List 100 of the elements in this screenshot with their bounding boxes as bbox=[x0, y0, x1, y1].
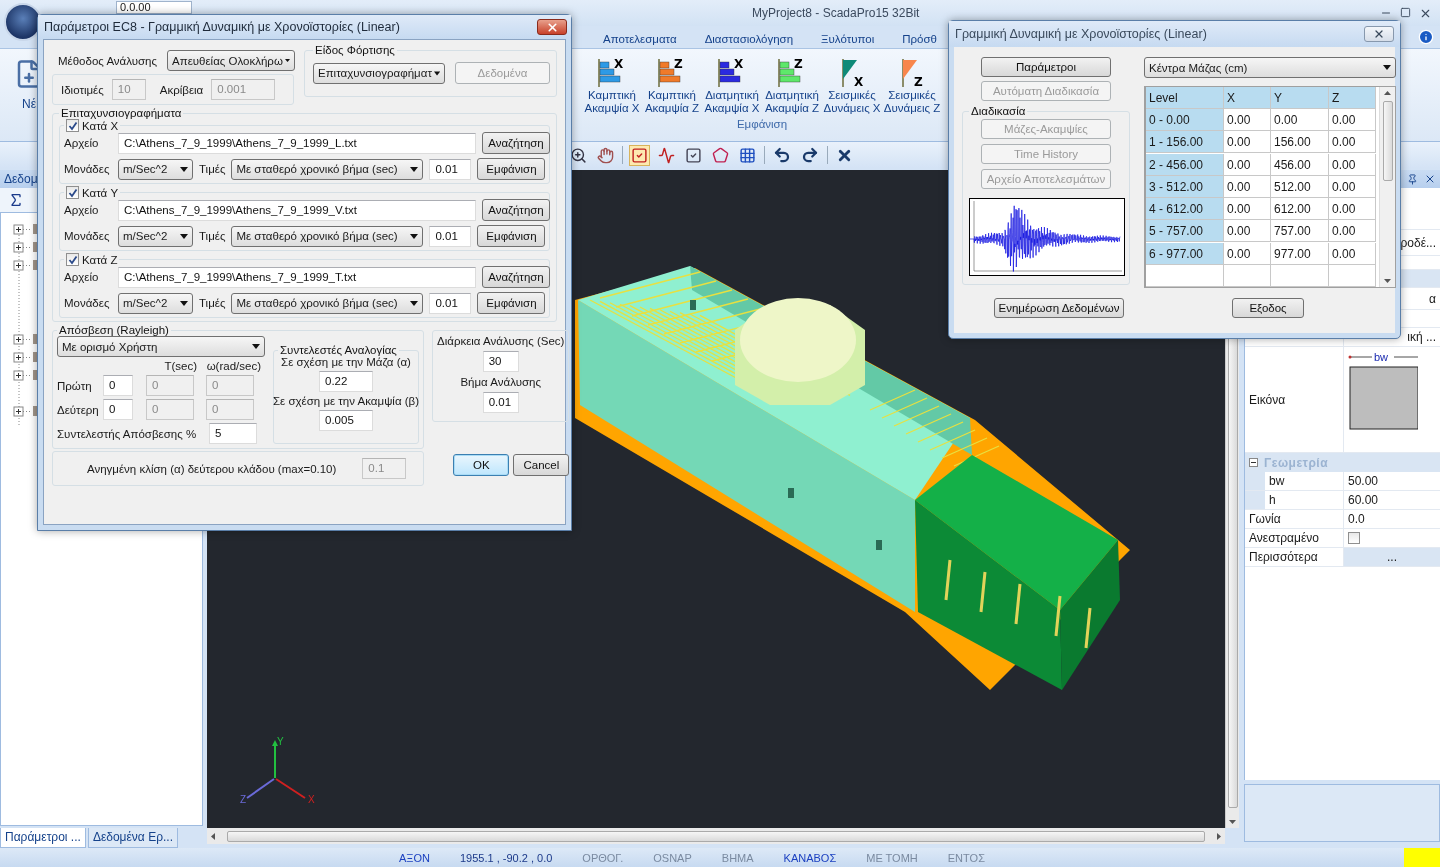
text-field[interactable]: 0.01 bbox=[429, 292, 472, 314]
field-label: Σε σχέση με την Ακαμψία (β) bbox=[273, 395, 419, 407]
property-name: Εικόνα bbox=[1249, 392, 1286, 407]
dropdown[interactable]: Με σταθερό χρονικό βήμα (sec) bbox=[231, 158, 424, 180]
quick-access-field[interactable]: 0.0.00 bbox=[116, 1, 192, 14]
collapse-icon[interactable] bbox=[1249, 458, 1258, 467]
view-dropdown[interactable]: Κέντρα Μάζας (cm) bbox=[1144, 57, 1396, 78]
scrollbar-thumb[interactable] bbox=[1382, 101, 1393, 181]
show-button[interactable]: Εμφάνιση bbox=[477, 292, 546, 314]
text-field[interactable]: 0.005 bbox=[319, 410, 373, 431]
table-cell: 0.00 bbox=[1224, 153, 1271, 176]
panel-button[interactable]: Παράμετροι bbox=[981, 57, 1111, 77]
show-button[interactable]: Εμφάνιση bbox=[477, 158, 546, 180]
scroll-up-icon[interactable] bbox=[1384, 91, 1391, 95]
table-cell: 0.00 bbox=[1329, 131, 1376, 154]
text-field[interactable]: 30 bbox=[482, 351, 519, 372]
property-value[interactable]: α bbox=[1429, 291, 1436, 306]
dialog-button[interactable]: OK bbox=[453, 454, 510, 476]
property-value[interactable]: 60.00 bbox=[1348, 493, 1379, 507]
dropdown[interactable]: m/Sec^2 bbox=[118, 292, 193, 314]
more-button[interactable]: ... bbox=[1387, 550, 1397, 564]
text-field[interactable]: 0.01 bbox=[482, 392, 519, 413]
checkbox[interactable] bbox=[66, 119, 79, 132]
property-value[interactable]: ική ... bbox=[1407, 330, 1436, 344]
panel-tab[interactable]: Δεδομένα Ερ... bbox=[87, 828, 178, 848]
table-cell: 512.00 bbox=[1271, 175, 1329, 198]
scroll-down-icon[interactable] bbox=[1384, 279, 1391, 283]
group-label: Συντελεστές Αναλογίας bbox=[279, 344, 398, 356]
scroll-left-icon[interactable] bbox=[211, 832, 215, 840]
dialog-button[interactable]: Εξοδος bbox=[1232, 298, 1304, 318]
ribbon-tab[interactable]: Πρόσθ bbox=[888, 28, 951, 48]
dropdown[interactable]: Με σταθερό χρονικό βήμα (sec) bbox=[231, 225, 424, 247]
dropdown[interactable]: m/Sec^2 bbox=[118, 225, 193, 247]
property-value[interactable]: 50.00 bbox=[1348, 474, 1379, 488]
table-cell: 612.00 bbox=[1271, 198, 1329, 221]
group-label: Απόσβεση (Rayleigh) bbox=[58, 324, 170, 336]
dialog-button[interactable]: Ενημέρωση Δεδομένων bbox=[994, 298, 1124, 318]
dropdown[interactable]: m/Sec^2 bbox=[118, 158, 193, 180]
text-field[interactable]: 0 bbox=[103, 399, 133, 420]
close-icon bbox=[1373, 28, 1385, 40]
dialog-button[interactable]: Cancel bbox=[513, 454, 570, 476]
checkbox[interactable] bbox=[66, 253, 79, 266]
ribbon-tab[interactable]: Αποτελεσματα bbox=[589, 28, 691, 48]
close-button[interactable] bbox=[537, 19, 567, 35]
ribbon-button[interactable]: Z Διατμητική Ακαμψία Z bbox=[762, 49, 822, 115]
dropdown[interactable]: Με σταθερό χρονικό βήμα (sec) bbox=[231, 292, 424, 314]
panel-tab[interactable]: Παράμετροι ... bbox=[0, 828, 86, 848]
dropdown[interactable]: Επιταχυνσιογραφήματ bbox=[313, 62, 445, 84]
show-button[interactable]: Εμφάνιση bbox=[477, 225, 546, 247]
ribbon-button-label[interactable]: Νέ bbox=[22, 97, 36, 111]
axis-label: Z bbox=[240, 794, 247, 805]
ribbon-tab[interactable]: Ξυλότυποι bbox=[807, 28, 889, 48]
browse-button[interactable]: Αναζήτηση bbox=[482, 199, 550, 221]
scroll-right-icon[interactable] bbox=[1217, 832, 1221, 840]
close-icon[interactable] bbox=[1424, 173, 1436, 185]
text-field[interactable]: 0 bbox=[103, 375, 133, 396]
text-field[interactable]: 0.22 bbox=[319, 371, 373, 392]
status-toggle[interactable]: ΑΞΟΝ bbox=[399, 851, 430, 864]
text-field[interactable]: 0.01 bbox=[429, 225, 472, 247]
scroll-down-icon[interactable] bbox=[1229, 820, 1236, 824]
status-indicator bbox=[1404, 848, 1440, 867]
dialog-title: Γραμμική Δυναμική με Χρονοϊστορίες (Linear) bbox=[955, 27, 1207, 41]
help-icon[interactable] bbox=[1418, 29, 1434, 45]
column-header: ω(rad/sec) bbox=[205, 360, 261, 372]
field-label: Αρχείο bbox=[64, 271, 100, 283]
dropdown[interactable]: Απευθείας Ολοκλήρω bbox=[167, 50, 296, 71]
ribbon-button[interactable]: Z Καμπτική Ακαμψία Z bbox=[642, 49, 702, 115]
table-cell: 0.00 bbox=[1329, 153, 1376, 176]
text-field[interactable]: 5 bbox=[209, 423, 257, 444]
checkbox[interactable] bbox=[1348, 532, 1360, 544]
file-path-field[interactable]: C:\Athens_7_9_1999\Athens_7_9_1999_T.txt bbox=[118, 266, 476, 288]
dropdown[interactable]: Με ορισμό Χρήστη bbox=[57, 336, 265, 357]
checkbox[interactable] bbox=[66, 186, 79, 199]
ribbon-button[interactable]: X Καμπτική Ακαμψία X bbox=[582, 49, 642, 115]
ribbon-button[interactable]: X Διατμητική Ακαμψία X bbox=[702, 49, 762, 115]
table-cell: 0 - 0.00 bbox=[1146, 109, 1224, 132]
sigma-icon[interactable] bbox=[8, 192, 24, 208]
file-path-field[interactable]: C:\Athens_7_9_1999\Athens_7_9_1999_V.txt bbox=[118, 199, 476, 221]
file-path-field[interactable]: C:\Athens_7_9_1999\Athens_7_9_1999_L.txt bbox=[118, 132, 476, 154]
text-field[interactable]: 0.01 bbox=[429, 158, 472, 180]
field-label: Μονάδες bbox=[64, 163, 111, 175]
table-cell: 0.00 bbox=[1329, 220, 1376, 243]
table-cell: 0.00 bbox=[1224, 131, 1271, 154]
ribbon-tab[interactable]: Διαστασιολόγηση bbox=[690, 28, 808, 48]
ribbon-button[interactable]: Z Σεισμικές Δυνάμεις Z bbox=[882, 49, 942, 115]
group-title: Γεωμετρία bbox=[1264, 455, 1329, 470]
browse-button[interactable]: Αναζήτηση bbox=[482, 266, 550, 288]
property-value[interactable]: 0.0 bbox=[1348, 512, 1365, 526]
property-value[interactable]: ροδέ... bbox=[1400, 235, 1436, 250]
pin-icon[interactable] bbox=[1407, 173, 1418, 185]
status-toggle[interactable]: ΚΑΝΑΒΟΣ bbox=[783, 851, 837, 864]
caret-icon bbox=[433, 70, 440, 76]
checkbox-icon[interactable] bbox=[629, 144, 650, 166]
table-cell: 2 - 456.00 bbox=[1146, 153, 1224, 176]
checkbox-label: Κατά X bbox=[82, 119, 119, 132]
restore-icon[interactable] bbox=[1400, 6, 1411, 18]
close-button[interactable] bbox=[1364, 26, 1394, 42]
ribbon-button[interactable]: X Σεισμικές Δυνάμεις X bbox=[822, 49, 882, 115]
scrollbar-thumb[interactable] bbox=[227, 830, 1205, 842]
browse-button[interactable]: Αναζήτηση bbox=[482, 132, 550, 154]
